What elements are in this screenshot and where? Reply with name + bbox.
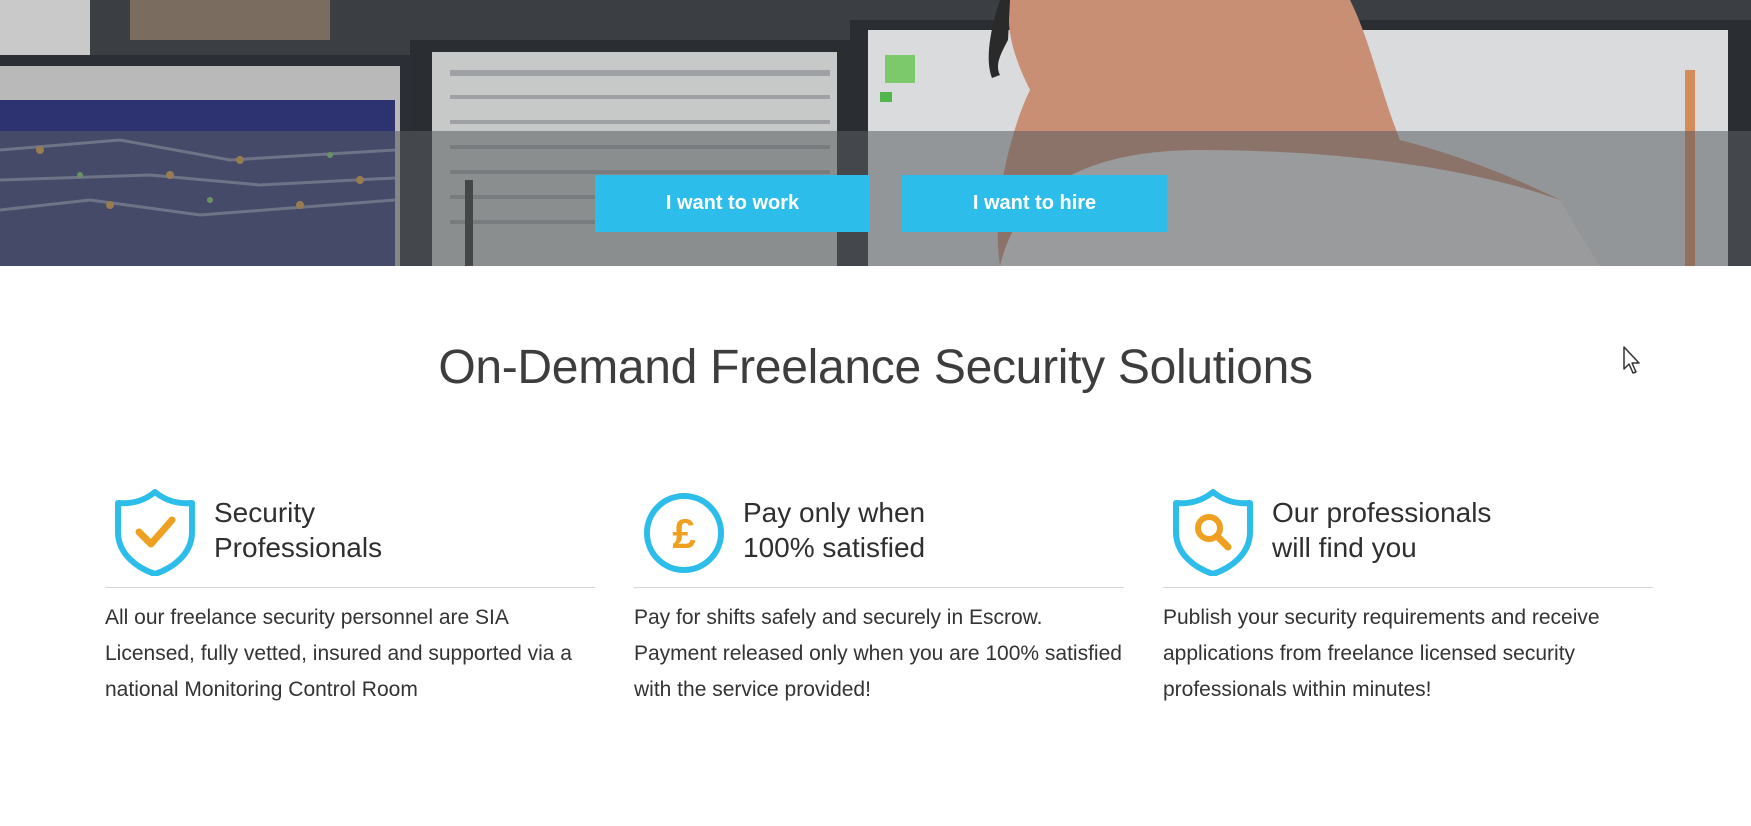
feature-title-line1: Our professionals <box>1272 497 1492 528</box>
feature-header: £ Pay only when 100% satisfied <box>634 486 1124 588</box>
feature-title: Pay only when 100% satisfied <box>743 495 1103 565</box>
feature-title-line1: Pay only when <box>743 497 926 528</box>
page-title: On-Demand Freelance Security Solutions <box>438 341 1313 394</box>
feature-title: Our professionals will find you <box>1272 495 1632 565</box>
want-to-work-button[interactable]: I want to work <box>595 175 870 232</box>
feature-professionals-find-you: Our professionals will find you Publish … <box>1163 486 1653 708</box>
feature-title-line2: 100% satisfied <box>743 532 926 563</box>
feature-title: Security Professionals <box>214 495 574 565</box>
feature-title-line1: Security <box>214 497 316 528</box>
feature-title-line2: will find you <box>1272 532 1417 563</box>
feature-description: Publish your security requirements and r… <box>1163 606 1600 701</box>
feature-header: Our professionals will find you <box>1163 486 1653 588</box>
hero-overlay-band <box>0 131 1751 266</box>
shield-search-icon <box>1173 489 1253 576</box>
feature-description: Pay for shifts safely and securely in Es… <box>634 606 1122 701</box>
hero-banner: I want to work I want to hire <box>0 0 1751 266</box>
feature-title-line2: Professionals <box>214 532 383 563</box>
feature-security-professionals: Security Professionals All our freelance… <box>105 486 595 708</box>
pound-circle-icon: £ <box>644 493 724 573</box>
want-to-hire-button[interactable]: I want to hire <box>902 175 1167 232</box>
shield-check-icon <box>115 489 195 576</box>
feature-description: All our freelance security personnel are… <box>105 606 572 701</box>
feature-pay-when-satisfied: £ Pay only when 100% satisfied Pay for s… <box>634 486 1124 708</box>
feature-header: Security Professionals <box>105 486 595 588</box>
svg-text:£: £ <box>672 510 695 557</box>
mouse-pointer-icon <box>1623 346 1640 374</box>
